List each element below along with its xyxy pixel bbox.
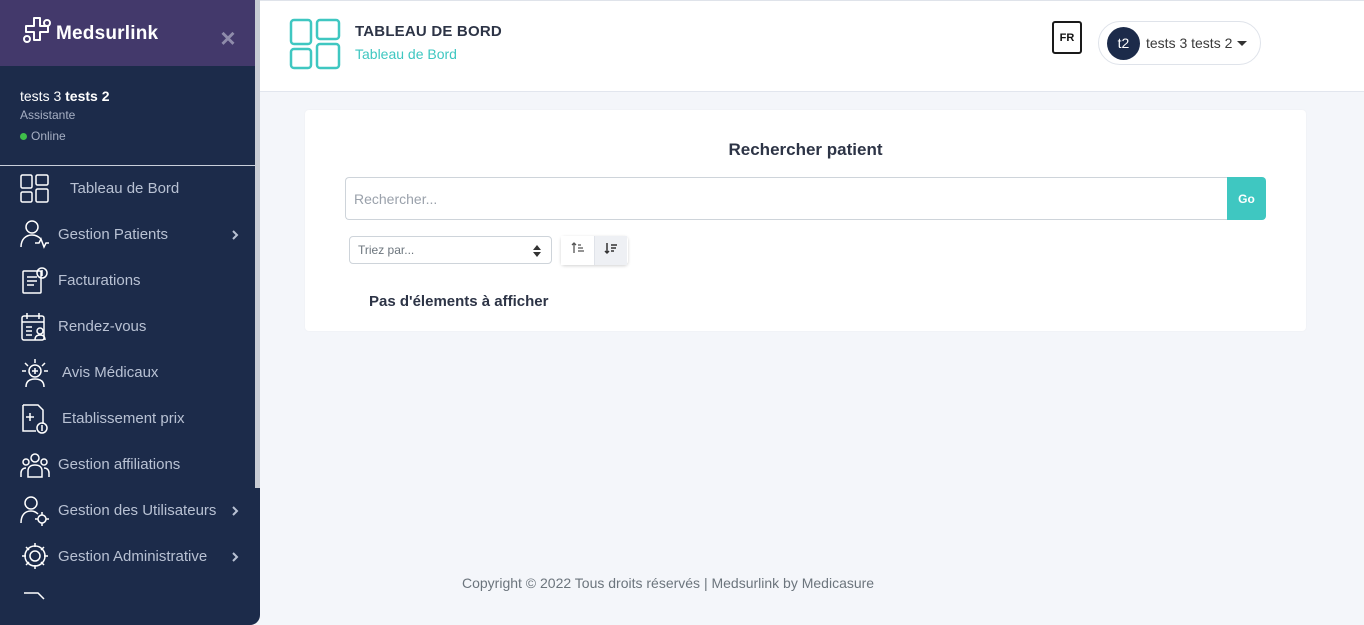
dashboard-icon bbox=[289, 18, 341, 70]
price-document-icon bbox=[20, 403, 50, 435]
sidebar-item-gestion-patients[interactable]: Gestion Patients bbox=[0, 212, 255, 258]
sidebar-item-facturations[interactable]: Facturations bbox=[0, 258, 255, 304]
close-sidebar-icon[interactable]: × bbox=[218, 25, 238, 52]
sidebar-item-label: Rendez-vous bbox=[58, 318, 147, 335]
sidebar-item-label: Tableau de Bord bbox=[70, 180, 180, 197]
group-icon bbox=[20, 449, 50, 481]
sidebar-item-label: Gestion Patients bbox=[58, 226, 169, 243]
sort-descending-button[interactable] bbox=[594, 236, 627, 265]
sidebar-item-label: Avis Médicaux bbox=[62, 364, 159, 381]
sidebar: Medsurlink × tests 3 tests 2 Assistante … bbox=[0, 0, 260, 625]
sidebar-item-avis-medicaux[interactable]: Avis Médicaux bbox=[0, 350, 255, 396]
sidebar-item-label: Etablissement prix bbox=[62, 410, 185, 427]
online-dot-icon bbox=[20, 132, 27, 140]
caret-down-icon bbox=[1237, 40, 1248, 46]
sidebar-item-label: Gestion Administrative bbox=[58, 548, 208, 565]
language-switcher[interactable]: FR bbox=[1052, 21, 1082, 54]
sort-select-placeholder: Triez par... bbox=[358, 243, 415, 257]
brand-name: Medsurlink bbox=[56, 22, 159, 44]
patient-icon bbox=[20, 219, 50, 251]
user-last-name: tests 2 bbox=[65, 88, 110, 104]
empty-state-message: Pas d'élements à afficher bbox=[369, 293, 549, 310]
breadcrumb[interactable]: Tableau de Bord bbox=[355, 46, 457, 62]
chevron-right-icon bbox=[230, 549, 240, 565]
chevron-right-icon bbox=[230, 503, 240, 519]
calendar-icon bbox=[20, 311, 50, 343]
card-title: Rechercher patient bbox=[728, 140, 883, 159]
sidebar-header: Medsurlink × bbox=[0, 0, 260, 66]
admin-gear-icon bbox=[20, 541, 50, 573]
sidebar-user-name: tests 3 tests 2 bbox=[20, 88, 235, 104]
brand-logo[interactable]: Medsurlink bbox=[20, 14, 158, 53]
medsurlink-logo-icon bbox=[20, 14, 54, 53]
sidebar-item-label: Gestion des Utilisateurs bbox=[58, 502, 217, 519]
sort-order-group bbox=[561, 236, 628, 265]
sort-ascending-button[interactable] bbox=[561, 236, 594, 265]
medical-advice-icon bbox=[20, 357, 50, 389]
select-arrows-icon bbox=[533, 245, 541, 257]
page-title: TABLEAU DE BORD bbox=[355, 23, 502, 40]
chevron-right-icon bbox=[230, 227, 240, 243]
sidebar-item-gestion-affiliations[interactable]: Gestion affiliations bbox=[0, 442, 255, 488]
footer-copyright: Copyright © 2022 Tous droits réservés | … bbox=[462, 575, 875, 591]
top-header: TABLEAU DE BORD Tableau de Bord FR t2 te… bbox=[260, 0, 1364, 92]
sidebar-item-tableau-de-bord[interactable]: Tableau de Bord bbox=[0, 166, 255, 212]
go-button[interactable]: Go bbox=[1227, 177, 1266, 220]
sidebar-item-gestion-utilisateurs[interactable]: Gestion des Utilisateurs bbox=[0, 488, 255, 534]
user-display-name: tests 3 tests 2 bbox=[1146, 35, 1233, 51]
dashboard-icon bbox=[20, 173, 50, 205]
patient-search-card: Rechercher patient Go Triez par... Pas d… bbox=[305, 110, 1306, 331]
sidebar-item-partial[interactable] bbox=[0, 580, 255, 625]
sidebar-user-role: Assistante bbox=[20, 108, 76, 122]
user-settings-icon bbox=[20, 495, 50, 527]
truncated-menu-icon bbox=[20, 587, 50, 619]
sidebar-item-rendez-vous[interactable]: Rendez-vous bbox=[0, 304, 255, 350]
sidebar-item-label: Facturations bbox=[58, 272, 141, 289]
sort-select[interactable]: Triez par... bbox=[349, 236, 552, 264]
user-first-name: tests 3 bbox=[20, 88, 62, 104]
avatar: t2 bbox=[1107, 26, 1140, 60]
sort-descending-icon bbox=[604, 241, 618, 260]
sidebar-item-label: Gestion affiliations bbox=[58, 456, 181, 473]
sidebar-menu: Tableau de Bord Gestion Patients Factura… bbox=[0, 166, 255, 625]
invoice-icon bbox=[20, 265, 50, 297]
sidebar-user-panel: tests 3 tests 2 Assistante Online bbox=[0, 66, 255, 166]
sort-ascending-icon bbox=[571, 241, 585, 260]
sidebar-item-gestion-administrative[interactable]: Gestion Administrative bbox=[0, 534, 255, 580]
user-menu-button[interactable]: t2 tests 3 tests 2 bbox=[1098, 21, 1261, 65]
search-input[interactable] bbox=[345, 177, 1228, 220]
sidebar-item-etablissement-prix[interactable]: Etablissement prix bbox=[0, 396, 255, 442]
sidebar-user-status: Online bbox=[20, 129, 235, 143]
status-label: Online bbox=[31, 129, 66, 143]
